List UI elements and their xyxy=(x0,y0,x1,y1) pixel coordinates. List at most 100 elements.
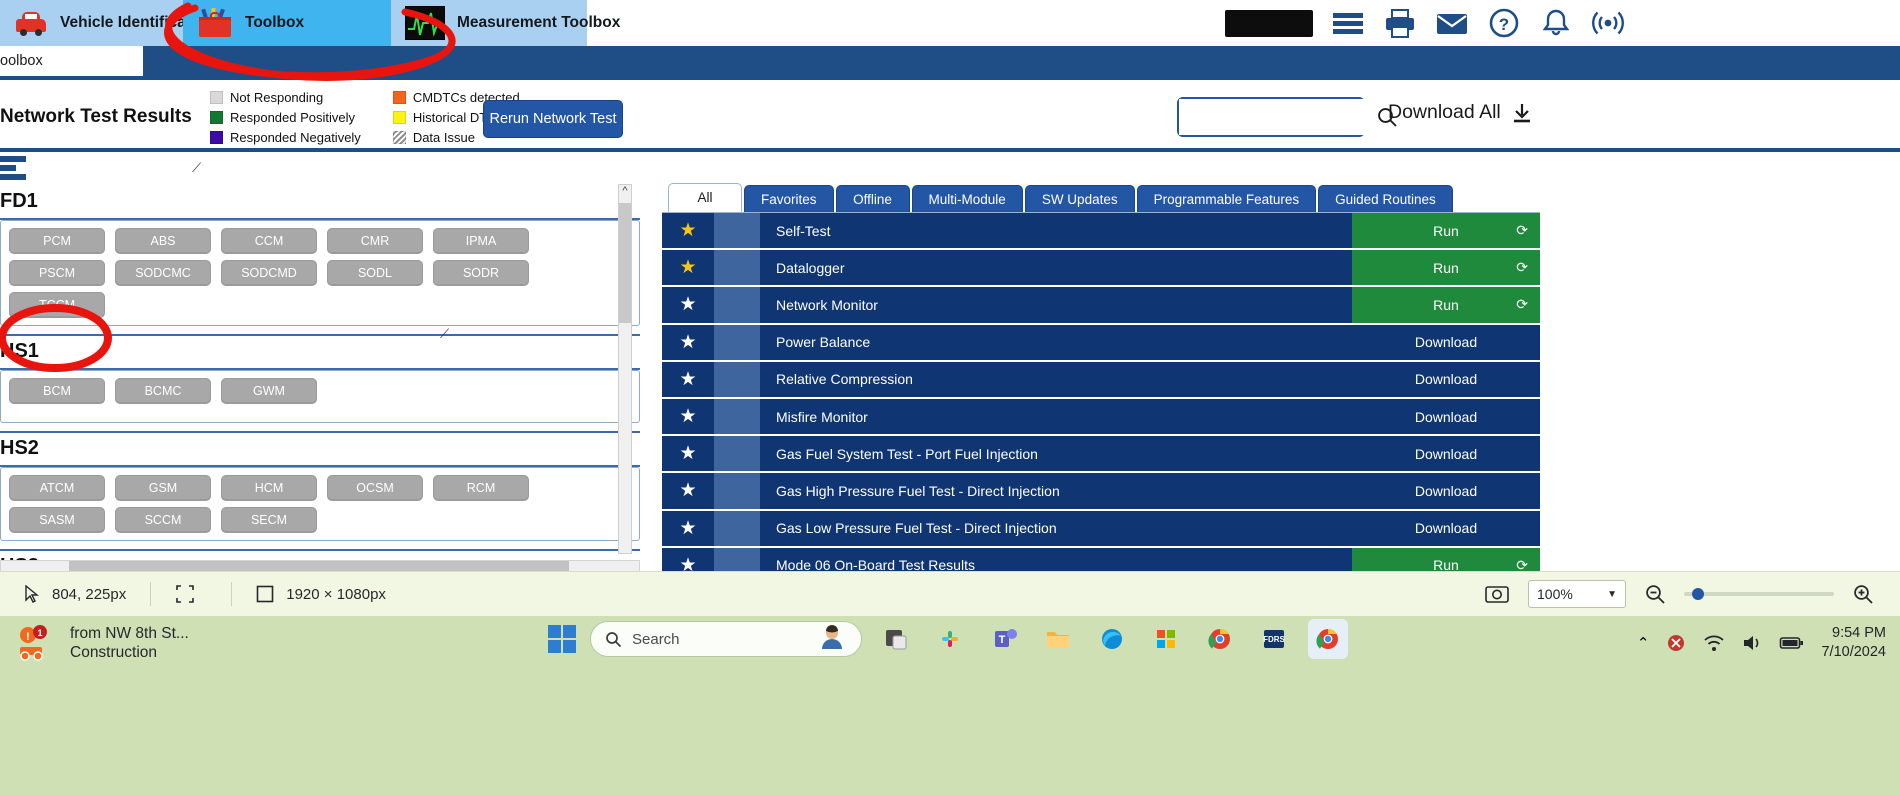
favorite-star-button[interactable]: ★ xyxy=(662,398,714,435)
printer-icon[interactable] xyxy=(1383,7,1417,39)
broadcast-icon[interactable] xyxy=(1591,7,1625,39)
nav-tab-toolbox[interactable]: Toolbox xyxy=(183,0,391,46)
windows-start-icon[interactable] xyxy=(548,625,576,653)
module-button-cmr[interactable]: CMR xyxy=(327,228,423,254)
module-button-bcmc[interactable]: BCMC xyxy=(115,378,211,404)
module-button-secm[interactable]: SECM xyxy=(221,507,317,533)
zoom-slider-handle[interactable] xyxy=(1692,588,1704,600)
antivirus-icon[interactable] xyxy=(1665,632,1687,654)
nav-tab-measurement-toolbox[interactable]: Measurement Toolbox xyxy=(391,0,620,46)
taskbar-traffic-widget[interactable]: ! 1 from NW 8th St... Construction xyxy=(16,624,189,663)
table-row[interactable]: ★ Gas Low Pressure Fuel Test - Direct In… xyxy=(662,510,1540,546)
tab-guided-routines[interactable]: Guided Routines xyxy=(1318,185,1453,212)
battery-icon[interactable] xyxy=(1779,634,1805,652)
zoom-out-icon[interactable] xyxy=(1644,583,1666,605)
download-button[interactable]: Download xyxy=(1352,436,1540,472)
module-button-tccm[interactable]: TCCM xyxy=(9,292,105,318)
rerun-network-test-button[interactable]: Rerun Network Test xyxy=(483,100,623,138)
module-button-hcm[interactable]: HCM xyxy=(221,475,317,501)
favorite-star-button[interactable]: ★ xyxy=(662,436,714,472)
search-input[interactable] xyxy=(1179,99,1376,135)
taskbar-app-teams[interactable]: T xyxy=(984,619,1024,659)
status-badge xyxy=(714,510,760,546)
module-button-rcm[interactable]: RCM xyxy=(433,475,529,501)
table-row[interactable]: ★ Power Balance Download xyxy=(662,324,1540,360)
table-row[interactable]: ★ Gas Fuel System Test - Port Fuel Injec… xyxy=(662,436,1540,472)
taskbar-clock[interactable]: 9:54 PM 7/10/2024 xyxy=(1821,624,1886,662)
download-button[interactable]: Download xyxy=(1352,510,1540,546)
module-button-pcm[interactable]: PCM xyxy=(9,228,105,254)
taskbar-app-chrome-active[interactable] xyxy=(1308,619,1348,659)
favorite-star-button[interactable]: ★ xyxy=(662,213,714,249)
favorite-star-button[interactable]: ★ xyxy=(662,324,714,360)
tab-sw-updates[interactable]: SW Updates xyxy=(1024,185,1135,212)
breadcrumb[interactable]: oolbox xyxy=(0,46,143,76)
module-button-sasm[interactable]: SASM xyxy=(9,507,105,533)
taskbar-app-chrome[interactable] xyxy=(1200,619,1240,659)
download-button[interactable]: Download xyxy=(1352,324,1540,360)
module-button-sodr[interactable]: SODR xyxy=(433,260,529,286)
search-box[interactable] xyxy=(1177,97,1397,137)
tab-programmable-features[interactable]: Programmable Features xyxy=(1136,185,1317,212)
module-button-gwm[interactable]: GWM xyxy=(221,378,317,404)
zoom-level-select[interactable]: 100% ▼ xyxy=(1528,580,1626,608)
module-button-abs[interactable]: ABS xyxy=(115,228,211,254)
tab-offline[interactable]: Offline xyxy=(835,185,910,212)
tab-multi-module[interactable]: Multi-Module xyxy=(911,185,1023,212)
module-button-pscm[interactable]: PSCM xyxy=(9,260,105,286)
tab-favorites[interactable]: Favorites xyxy=(744,185,834,212)
favorite-star-button[interactable]: ★ xyxy=(662,473,714,509)
cursor-position-indicator: 804, 225px xyxy=(0,572,150,616)
left-panel-scrollbar[interactable]: ^ xyxy=(618,184,632,554)
scrollbar-thumb[interactable] xyxy=(619,203,631,323)
taskbar-app-teams-chat[interactable] xyxy=(876,619,916,659)
taskbar-app-edge[interactable] xyxy=(1092,619,1132,659)
download-all-button[interactable]: Download All xyxy=(1388,101,1533,124)
taskbar-app-slack[interactable] xyxy=(930,619,970,659)
table-row[interactable]: ★ Self-Test Run ⟳ xyxy=(662,213,1540,249)
table-row[interactable]: ★ Datalogger Run ⟳ xyxy=(662,250,1540,286)
screenshot-icon[interactable] xyxy=(1484,582,1510,606)
run-button[interactable]: Run ⟳ xyxy=(1352,213,1540,249)
module-button-sccm[interactable]: SCCM xyxy=(115,507,211,533)
favorite-star-button[interactable]: ★ xyxy=(662,510,714,546)
scroll-up-icon[interactable]: ^ xyxy=(619,185,631,201)
download-button[interactable]: Download xyxy=(1352,361,1540,397)
download-button[interactable]: Download xyxy=(1352,473,1540,509)
module-button-sodcmd[interactable]: SODCMD xyxy=(221,260,317,286)
list-view-icon[interactable] xyxy=(0,156,26,182)
bell-icon[interactable] xyxy=(1539,7,1573,39)
mail-icon[interactable] xyxy=(1435,7,1469,39)
favorite-star-button[interactable]: ★ xyxy=(662,361,714,397)
nav-tab-vehicle-identification[interactable]: Vehicle Identification xyxy=(0,0,214,46)
table-row[interactable]: ★ Misfire Monitor Download xyxy=(662,398,1540,435)
module-button-bcm[interactable]: BCM xyxy=(9,378,105,404)
table-row[interactable]: ★ Network Monitor Run ⟳ xyxy=(662,287,1540,323)
download-button[interactable]: Download xyxy=(1352,398,1540,435)
table-row[interactable]: ★ Gas High Pressure Fuel Test - Direct I… xyxy=(662,473,1540,509)
module-button-ccm[interactable]: CCM xyxy=(221,228,317,254)
chevron-up-icon[interactable]: ⌃ xyxy=(1637,634,1650,652)
wifi-icon[interactable] xyxy=(1703,633,1725,653)
zoom-slider[interactable] xyxy=(1684,588,1834,600)
module-button-gsm[interactable]: GSM xyxy=(115,475,211,501)
table-row[interactable]: ★ Relative Compression Download xyxy=(662,361,1540,397)
tab-all[interactable]: All xyxy=(668,183,742,212)
module-button-ocsm[interactable]: OCSM xyxy=(327,475,423,501)
menu-icon[interactable] xyxy=(1331,7,1365,39)
module-button-atcm[interactable]: ATCM xyxy=(9,475,105,501)
run-button[interactable]: Run ⟳ xyxy=(1352,250,1540,286)
favorite-star-button[interactable]: ★ xyxy=(662,250,714,286)
module-button-sodcmc[interactable]: SODCMC xyxy=(115,260,211,286)
help-icon[interactable]: ? xyxy=(1487,7,1521,39)
module-button-sodl[interactable]: SODL xyxy=(327,260,423,286)
volume-icon[interactable] xyxy=(1741,633,1763,653)
taskbar-search[interactable]: Search xyxy=(590,621,862,657)
module-button-ipma[interactable]: IPMA xyxy=(433,228,529,254)
zoom-in-icon[interactable] xyxy=(1852,583,1874,605)
taskbar-app-microsoft-store[interactable] xyxy=(1146,619,1186,659)
taskbar-app-file-explorer[interactable] xyxy=(1038,619,1078,659)
favorite-star-button[interactable]: ★ xyxy=(662,287,714,323)
taskbar-app-fdrs[interactable]: FDRS xyxy=(1254,619,1294,659)
run-button[interactable]: Run ⟳ xyxy=(1352,287,1540,323)
